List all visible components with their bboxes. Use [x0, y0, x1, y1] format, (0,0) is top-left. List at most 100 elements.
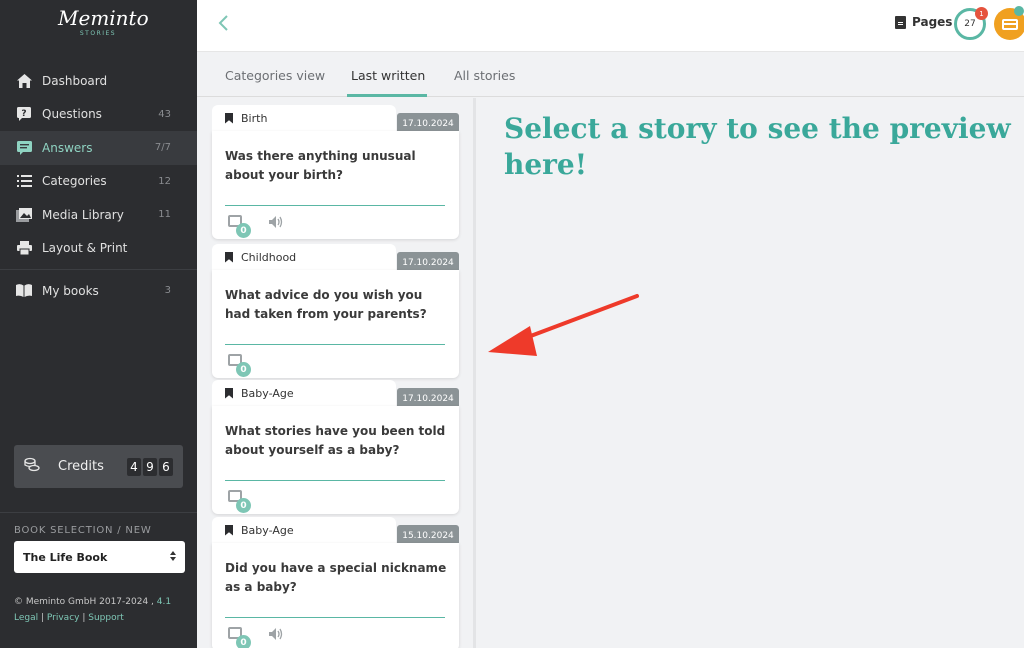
logo-subtitle: STORIES — [79, 30, 117, 37]
card-category: Baby-Age — [212, 517, 396, 543]
document-icon — [895, 15, 906, 29]
credits-button[interactable]: Credits 4 9 6 — [14, 445, 183, 488]
media-count: 0 — [236, 223, 251, 238]
tab-categories-view[interactable]: Categories view — [225, 68, 325, 83]
story-card[interactable]: Childhood 17.10.2024 What advice do you … — [212, 244, 459, 378]
book-select[interactable]: The Life Book — [14, 541, 185, 573]
sidebar-item-categories[interactable]: Categories 12 — [0, 165, 197, 199]
sidebar-footer: © Meminto GmbH 2017-2024 , 4.1 Legal | P… — [14, 597, 172, 623]
sidebar-item-count: 11 — [158, 209, 171, 221]
speaker-icon[interactable] — [269, 628, 283, 640]
story-preview: Select a story to see the preview here! — [476, 98, 1024, 648]
sidebar-item-label: Answers — [42, 140, 93, 155]
coins-icon — [24, 457, 40, 477]
pages-progress-value: 27 — [964, 19, 976, 29]
image-icon — [16, 207, 32, 223]
story-card[interactable]: Birth 17.10.2024 Was there anything unus… — [212, 105, 459, 239]
credits-label: Credits — [58, 459, 104, 474]
select-arrows-icon — [170, 550, 176, 564]
sidebar-nav: Dashboard ? Questions 43 Answers 7/7 Cat… — [0, 64, 197, 308]
bookmark-icon — [225, 251, 233, 263]
sidebar-item-count: 3 — [164, 285, 171, 297]
card-divider — [225, 344, 445, 345]
sidebar-divider — [0, 512, 197, 513]
card-category: Birth — [212, 105, 396, 131]
credits-digit: 6 — [159, 457, 173, 476]
tab-all-stories[interactable]: All stories — [454, 68, 515, 83]
sidebar-item-count: 12 — [158, 175, 171, 187]
sidebar-item-label: Dashboard — [42, 73, 108, 88]
logo-wordmark: Meminto — [58, 6, 149, 30]
sidebar-item-label: Layout & Print — [42, 241, 128, 256]
story-card[interactable]: Baby-Age 15.10.2024 Did you have a speci… — [212, 517, 459, 648]
sidebar: Meminto STORIES Dashboard ? Questions 43… — [0, 0, 197, 648]
topbar: Pages 27 1 — [197, 0, 1024, 52]
sidebar-divider — [0, 269, 197, 270]
home-icon — [16, 73, 32, 89]
card-divider — [225, 617, 445, 618]
category-label: Baby-Age — [241, 523, 294, 537]
bookmark-icon — [225, 524, 233, 536]
sidebar-item-questions[interactable]: ? Questions 43 — [0, 98, 197, 132]
credits-digit: 9 — [143, 457, 157, 476]
story-view-tabs: Categories view Last written All stories — [197, 52, 1024, 97]
sidebar-item-media-library[interactable]: Media Library 11 — [0, 198, 197, 232]
support-link[interactable]: Support — [88, 613, 124, 623]
copyright-text: © Meminto GmbH 2017-2024 , — [14, 597, 154, 607]
speaker-icon[interactable] — [269, 216, 283, 228]
answer-icon — [16, 140, 32, 156]
story-list[interactable]: Birth 17.10.2024 Was there anything unus… — [197, 98, 473, 648]
card-divider — [225, 480, 445, 481]
category-label: Childhood — [241, 250, 297, 264]
question-icon: ? — [16, 106, 32, 122]
card-question: Did you have a special nickname as a bab… — [225, 561, 447, 594]
category-label: Birth — [241, 111, 268, 125]
media-count: 0 — [236, 635, 251, 648]
sidebar-item-label: Questions — [42, 107, 102, 122]
chevron-left-icon — [218, 15, 228, 31]
card-divider — [225, 205, 445, 206]
card-body[interactable]: Did you have a special nickname as a bab… — [212, 543, 459, 648]
active-tab-indicator — [347, 94, 427, 97]
version-text: 4.1 — [156, 597, 172, 607]
sidebar-item-label: Categories — [42, 174, 107, 189]
svg-text:?: ? — [21, 109, 26, 119]
story-card[interactable]: Baby-Age 17.10.2024 What stories have yo… — [212, 380, 459, 514]
back-button[interactable] — [217, 14, 237, 36]
credit-card-icon — [1002, 18, 1018, 30]
sidebar-item-dashboard[interactable]: Dashboard — [0, 64, 197, 98]
sidebar-item-answers[interactable]: Answers 7/7 — [0, 131, 197, 165]
sidebar-item-count: 43 — [158, 108, 171, 120]
tab-last-written[interactable]: Last written — [351, 68, 425, 83]
card-question: Was there anything unusual about your bi… — [225, 149, 416, 182]
card-question: What stories have you been told about yo… — [225, 424, 446, 457]
pages-button[interactable]: Pages — [895, 15, 952, 29]
card-body[interactable]: What stories have you been told about yo… — [212, 406, 459, 514]
sidebar-item-my-books[interactable]: My books 3 — [0, 274, 197, 308]
card-body[interactable]: What advice do you wish you had taken fr… — [212, 270, 459, 378]
progress-badge: 1 — [975, 7, 988, 20]
sidebar-item-layout-print[interactable]: Layout & Print — [0, 232, 197, 266]
card-body[interactable]: Was there anything unusual about your bi… — [212, 131, 459, 239]
privacy-link[interactable]: Privacy — [47, 613, 80, 623]
bookmark-icon — [225, 387, 233, 399]
legal-link[interactable]: Legal — [14, 613, 38, 623]
book-icon — [16, 283, 32, 299]
bookmark-icon — [225, 112, 233, 124]
book-select-value: The Life Book — [23, 550, 108, 564]
credits-digit: 4 — [127, 457, 141, 476]
pages-label: Pages — [912, 15, 953, 29]
list-icon — [16, 173, 32, 189]
media-count: 0 — [236, 498, 251, 513]
card-question: What advice do you wish you had taken fr… — [225, 288, 427, 321]
cart-badge — [1014, 6, 1024, 16]
printer-icon — [16, 240, 32, 256]
book-selection-title: BOOK SELECTION / NEW — [14, 525, 152, 536]
sidebar-item-label: My books — [42, 283, 99, 298]
meminto-logo[interactable]: Meminto STORIES — [58, 6, 149, 46]
sidebar-item-count: 7/7 — [154, 142, 171, 154]
category-label: Baby-Age — [241, 386, 294, 400]
sidebar-item-label: Media Library — [42, 207, 124, 222]
card-category: Childhood — [212, 244, 396, 270]
media-count: 0 — [236, 362, 251, 377]
